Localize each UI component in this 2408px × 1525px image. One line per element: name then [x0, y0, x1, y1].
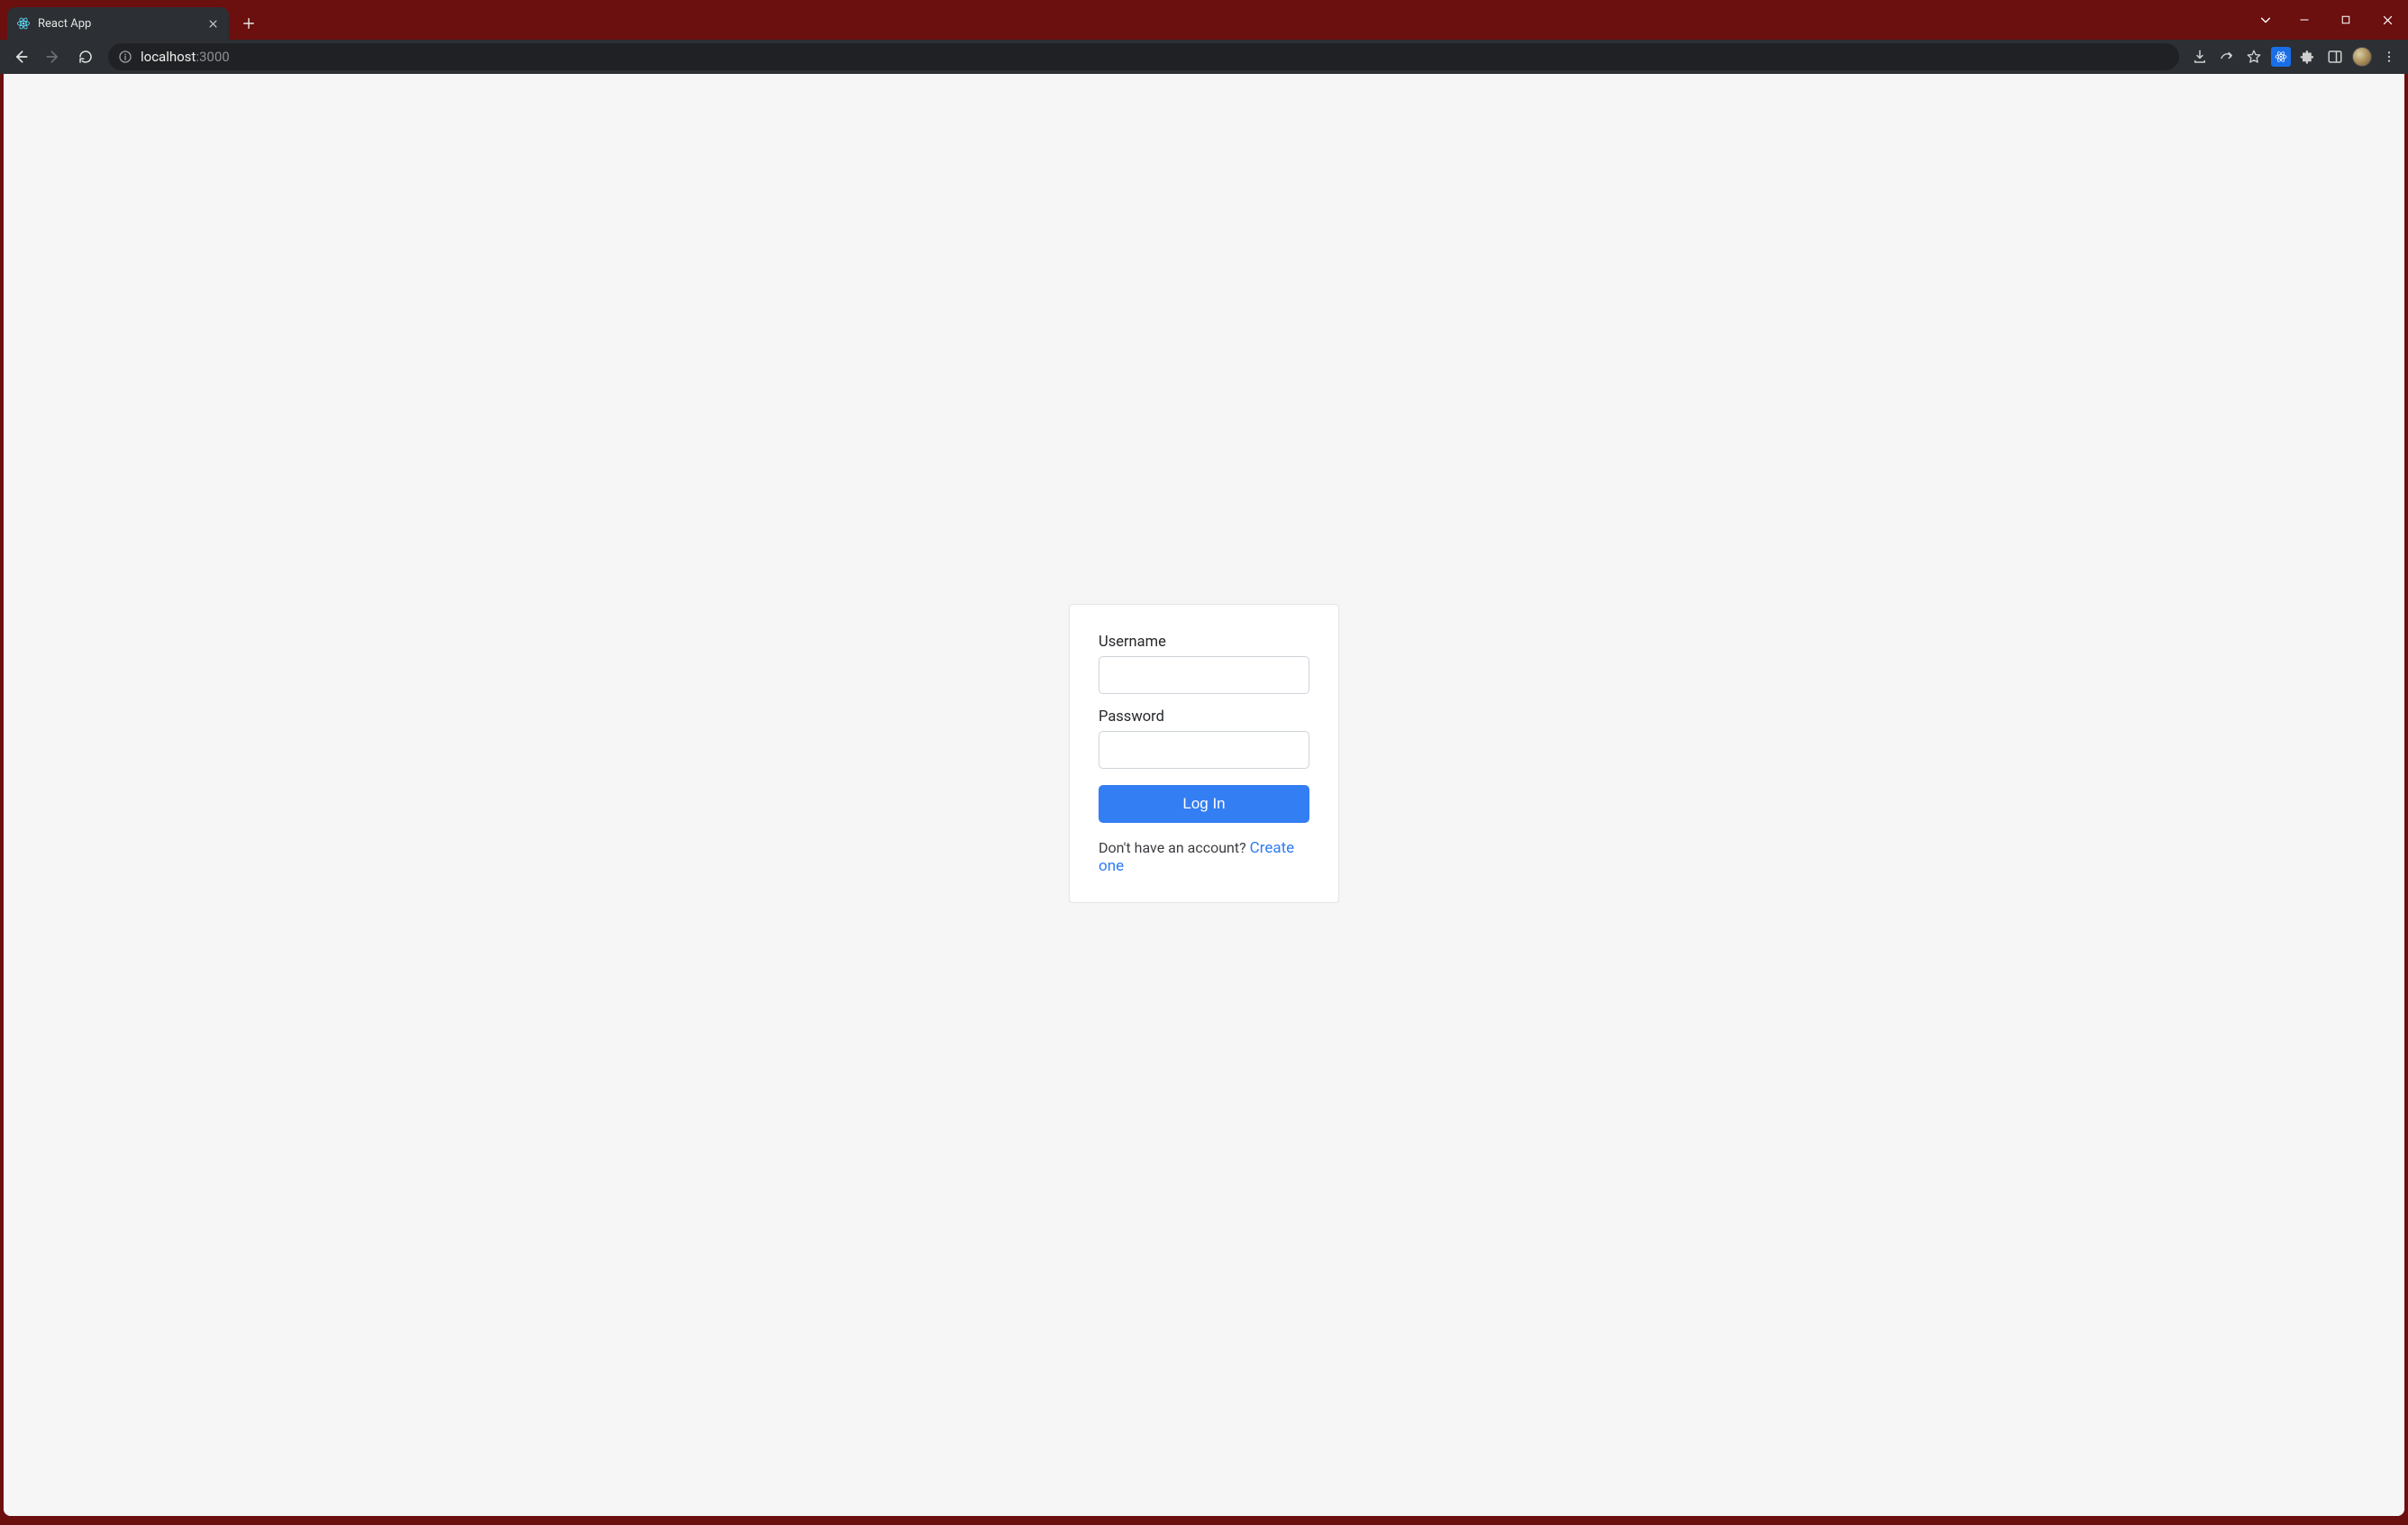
viewport: Username Password Log In Don't have an a… — [4, 74, 2404, 1516]
nav-back-button[interactable] — [5, 43, 36, 70]
browser-window: React App — [0, 0, 2408, 1525]
username-group: Username — [1099, 634, 1309, 694]
avatar-icon — [2352, 47, 2372, 67]
reload-button[interactable] — [70, 43, 101, 70]
site-info-icon[interactable] — [117, 49, 133, 65]
close-tab-button[interactable] — [205, 16, 220, 31]
url-text: localhost:3000 — [141, 49, 230, 65]
window-close-button[interactable] — [2367, 5, 2408, 34]
password-label: Password — [1099, 708, 1309, 726]
password-group: Password — [1099, 708, 1309, 769]
window-maximize-button[interactable] — [2325, 5, 2367, 34]
toolbar-right — [2186, 43, 2403, 70]
tab-search-button[interactable] — [2248, 5, 2284, 34]
side-panel-button[interactable] — [2321, 43, 2349, 70]
titlebar: React App — [0, 0, 2408, 40]
username-label: Username — [1099, 634, 1309, 651]
page-body: Username Password Log In Don't have an a… — [4, 74, 2404, 1516]
react-favicon — [16, 16, 31, 31]
bookmark-button[interactable] — [2240, 43, 2267, 70]
url-port: :3000 — [196, 49, 229, 65]
browser-toolbar: localhost:3000 — [0, 40, 2408, 74]
extensions-button[interactable] — [2294, 43, 2321, 70]
signup-prompt: Don't have an account? — [1099, 839, 1250, 856]
url-host: localhost — [141, 49, 196, 65]
tab-title: React App — [38, 17, 198, 31]
username-input[interactable] — [1099, 656, 1309, 694]
browser-tab[interactable]: React App — [7, 7, 229, 40]
address-bar[interactable]: localhost:3000 — [108, 43, 2179, 70]
window-controls — [2248, 0, 2408, 40]
react-devtools-extension[interactable] — [2267, 43, 2294, 70]
profile-avatar[interactable] — [2349, 43, 2376, 70]
password-input[interactable] — [1099, 731, 1309, 769]
login-button[interactable]: Log In — [1099, 785, 1309, 823]
react-devtools-icon — [2271, 47, 2291, 67]
new-tab-button[interactable] — [236, 11, 261, 36]
window-minimize-button[interactable] — [2284, 5, 2325, 34]
share-button[interactable] — [2213, 43, 2240, 70]
chrome-menu-button[interactable] — [2376, 43, 2403, 70]
login-card: Username Password Log In Don't have an a… — [1069, 604, 1339, 903]
nav-forward-button[interactable] — [38, 43, 68, 70]
downloads-button[interactable] — [2186, 43, 2213, 70]
signup-row: Don't have an account? Create one — [1099, 839, 1309, 875]
